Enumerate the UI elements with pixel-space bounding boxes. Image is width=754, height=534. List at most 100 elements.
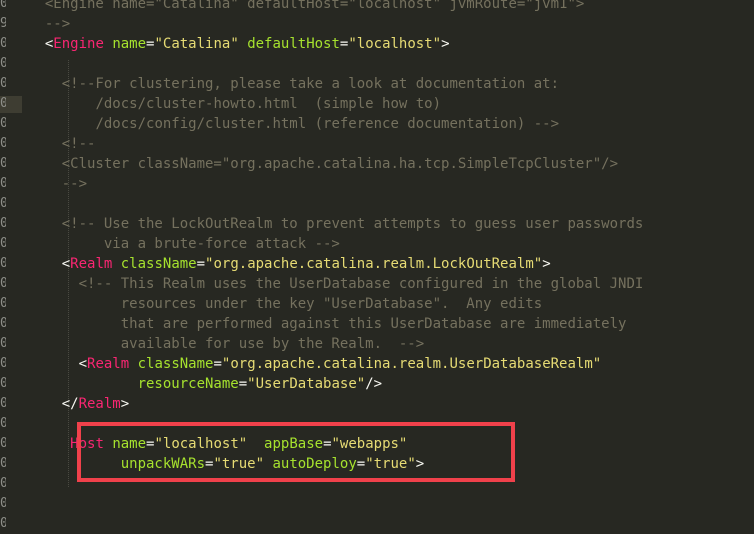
line-number: 0 — [0, 496, 6, 511]
line-number: 0 — [0, 396, 6, 411]
line-number: 0 — [0, 136, 6, 151]
line-number: 0 — [0, 256, 6, 271]
code-line[interactable]: <Realm className="org.apache.catalina.re… — [28, 354, 754, 374]
line-number: 0 — [0, 476, 6, 491]
code-line[interactable]: <Engine name="Catalina" defaultHost="loc… — [28, 34, 754, 54]
comment-text: <!-- Use the LockOutRealm to prevent att… — [61, 216, 644, 232]
attribute-name: resourceName — [137, 376, 239, 392]
comment-text: --> — [61, 176, 88, 192]
code-line[interactable] — [28, 54, 754, 74]
code-line[interactable]: --> — [28, 14, 754, 34]
line-number: 0 — [0, 376, 6, 391]
attribute-name: name — [112, 36, 147, 52]
code-line[interactable]: that are performed against this UserData… — [28, 314, 754, 334]
line-number: 0 — [0, 516, 6, 531]
punctuation: < — [78, 356, 88, 372]
code-line[interactable]: <!--For clustering, please take a look a… — [28, 74, 754, 94]
code-line[interactable]: --> — [28, 174, 754, 194]
highlight-annotation-box — [77, 422, 515, 482]
line-number: 0 — [0, 336, 6, 351]
code-line[interactable]: resourceName="UserDatabase"/> — [28, 374, 754, 394]
comment-text: /docs/cluster-howto.html (simple how to) — [95, 96, 442, 112]
punctuation: > — [441, 36, 450, 52]
line-number: 0 — [0, 236, 6, 251]
line-number-gutter: 0 9 0 0 0 0 0 0 0 0 0 0 0 0 0 0 0 0 0 0 0 0 0 0 0 0 0 — [0, 0, 22, 531]
code-line[interactable]: <!-- This Realm uses the UserDatabase co… — [28, 274, 754, 294]
attribute-name: defaultHost — [247, 36, 340, 52]
tag-name: Realm — [87, 356, 130, 372]
attribute-name: className — [137, 356, 214, 372]
code-line[interactable]: via a brute-force attack --> — [28, 234, 754, 254]
punctuation: > — [120, 396, 130, 412]
attribute-value: "Catalina" — [154, 36, 239, 52]
punctuation: /> — [365, 376, 383, 392]
punctuation: = — [196, 256, 206, 272]
comment-text: --> — [44, 16, 71, 32]
line-number: 0 — [0, 276, 6, 291]
line-number: 0 — [0, 96, 6, 111]
code-line[interactable]: <!-- Use the LockOutRealm to prevent att… — [28, 214, 754, 234]
code-line[interactable]: /docs/cluster-howto.html (simple how to) — [28, 94, 754, 114]
comment-text: that are performed against this UserData… — [120, 316, 627, 332]
comment-text: available for use by the Realm. --> — [120, 336, 425, 352]
line-number: 0 — [0, 216, 6, 231]
line-number: 0 — [0, 196, 6, 211]
editor-window: { "editor": { "gutter_numbers": ["0","9"… — [0, 0, 754, 531]
attribute-value: "UserDatabase" — [247, 376, 366, 392]
attribute-value: "org.apache.catalina.realm.UserDatabaseR… — [221, 356, 602, 372]
line-number: 0 — [0, 56, 6, 71]
punctuation — [239, 36, 247, 52]
tag-name: Realm — [70, 256, 113, 272]
comment-text: <!--For clustering, please take a look a… — [61, 76, 560, 92]
comment-text: <!-- — [61, 136, 96, 152]
punctuation — [112, 256, 120, 272]
tag-name: Realm — [78, 396, 121, 412]
line-number: 0 — [0, 296, 6, 311]
punctuation: = — [213, 356, 222, 372]
line-number: 0 — [0, 436, 6, 451]
line-number: 0 — [0, 36, 6, 51]
attribute-value: "localhost" — [348, 36, 442, 52]
code-line[interactable]: /docs/config/cluster.html (reference doc… — [28, 114, 754, 134]
punctuation: < — [61, 256, 71, 272]
code-editor[interactable]: < Engine name = "Catalina" defaultHost = "loc… — [28, 0, 754, 494]
line-number: 0 — [0, 416, 6, 431]
punctuation — [129, 356, 137, 372]
attribute-value: "org.apache.catalina.realm.LockOutRealm" — [205, 256, 543, 272]
code-line[interactable] — [28, 194, 754, 214]
attribute-name: className — [120, 256, 197, 272]
code-line[interactable]: <Engine name="Catalina" defaultHost="loc… — [28, 0, 754, 14]
code-line[interactable]: resources under the key "UserDatabase". … — [28, 294, 754, 314]
punctuation: > — [542, 256, 551, 272]
comment-text: via a brute-force attack --> — [103, 236, 340, 252]
code-line[interactable]: <Realm className="org.apache.catalina.re… — [28, 254, 754, 274]
comment-text: <Cluster className="org.apache.catalina.… — [61, 156, 619, 172]
code-line[interactable]: </Realm> — [28, 394, 754, 414]
comment-text: resources under the key "UserDatabase". … — [120, 296, 543, 312]
punctuation: = — [238, 376, 248, 392]
code-line[interactable]: <Cluster className="org.apache.catalina.… — [28, 154, 754, 174]
code-line[interactable]: <!-- — [28, 134, 754, 154]
line-number: 0 — [0, 76, 6, 91]
punctuation: </ — [61, 396, 79, 412]
tag-name: Engine — [53, 36, 104, 52]
code-line[interactable]: available for use by the Realm. --> — [28, 334, 754, 354]
comment-text: <!-- This Realm uses the UserDatabase co… — [78, 276, 644, 292]
